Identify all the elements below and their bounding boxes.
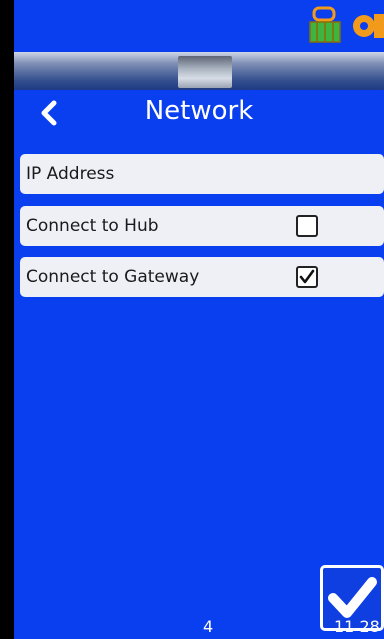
top-bar xyxy=(14,52,384,90)
connect-to-gateway-checkbox[interactable] xyxy=(296,266,318,288)
connect-to-hub-row[interactable]: Connect to Hub xyxy=(20,206,384,246)
checkmark-icon xyxy=(299,269,315,284)
battery-pack-icon xyxy=(304,6,344,50)
ip-address-row[interactable]: IP Address xyxy=(20,154,384,194)
connect-to-hub-checkbox[interactable] xyxy=(296,215,318,237)
page-number: 4 xyxy=(203,617,214,636)
drag-handle[interactable] xyxy=(178,56,232,88)
status-bar xyxy=(14,0,384,52)
gear-tool-icon xyxy=(350,6,384,50)
connect-to-gateway-label: Connect to Gateway xyxy=(26,267,200,287)
title-row: Network xyxy=(14,90,384,140)
page-title: Network xyxy=(144,96,254,126)
connect-to-hub-label: Connect to Hub xyxy=(26,216,159,236)
ip-address-label: IP Address xyxy=(26,164,115,184)
clock: 11 28 xyxy=(334,617,380,636)
connect-to-gateway-row[interactable]: Connect to Gateway xyxy=(20,257,384,297)
device-screen: Network IP Address Connect to Hub Connec… xyxy=(14,0,384,639)
